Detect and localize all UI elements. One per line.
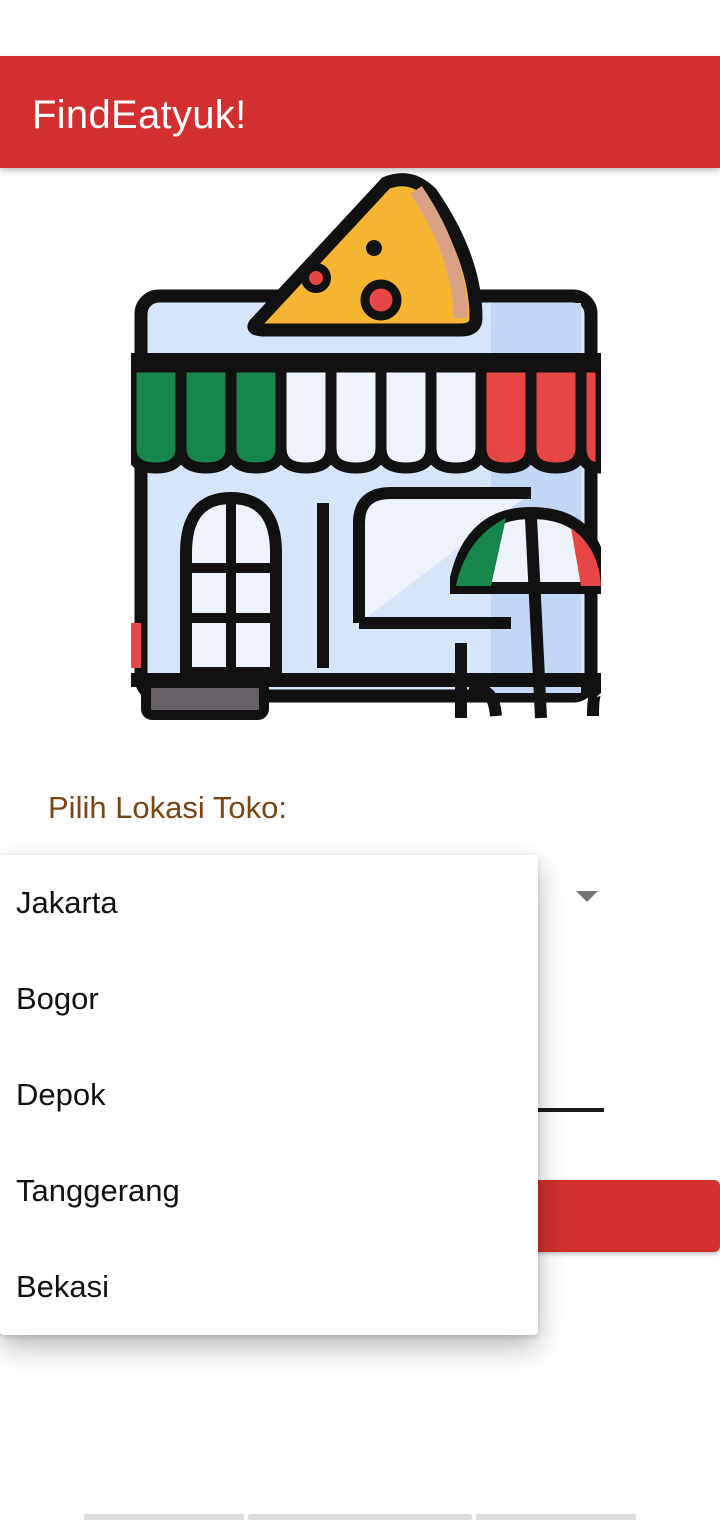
dropdown-option-bekasi[interactable]: Bekasi — [0, 1239, 538, 1335]
dropdown-option-tanggerang[interactable]: Tanggerang — [0, 1143, 538, 1239]
dropdown-option-jakarta[interactable]: Jakarta — [0, 855, 538, 951]
dropdown-option-bogor[interactable]: Bogor — [0, 951, 538, 1047]
dropdown-option-depok[interactable]: Depok — [0, 1047, 538, 1143]
location-label: Pilih Lokasi Toko: — [48, 790, 287, 825]
app-title: FindEatyuk! — [32, 93, 247, 137]
nav-back-button[interactable] — [84, 1514, 244, 1520]
app-bar: FindEatyuk! — [0, 56, 720, 168]
input-underline — [530, 1108, 604, 1112]
search-button[interactable] — [520, 1180, 720, 1252]
status-bar — [0, 0, 720, 56]
navigation-bar — [84, 1514, 636, 1520]
location-dropdown-menu: Jakarta Bogor Depok Tanggerang Bekasi — [0, 855, 538, 1335]
nav-recents-button[interactable] — [476, 1514, 636, 1520]
dropdown-arrow-icon[interactable] — [576, 891, 598, 902]
pizza-shop-icon — [131, 168, 601, 724]
nav-home-button[interactable] — [248, 1514, 472, 1520]
